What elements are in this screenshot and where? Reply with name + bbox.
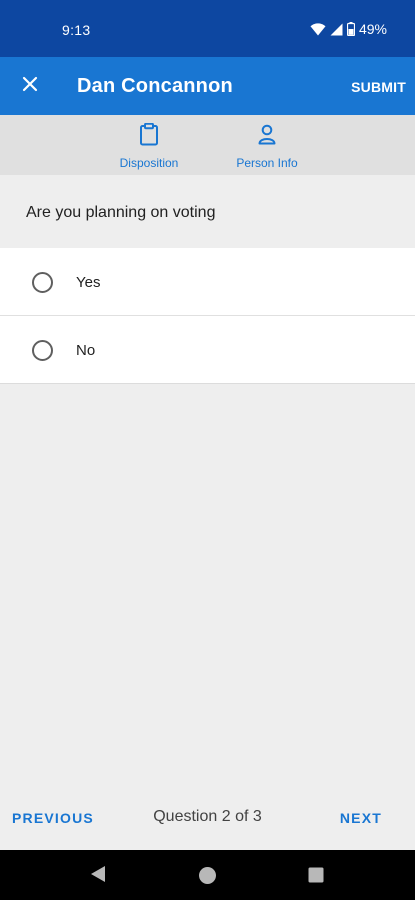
- cell-signal-icon: [330, 23, 343, 36]
- page-title: Dan Concannon: [77, 75, 233, 97]
- tab-disposition[interactable]: Disposition: [108, 122, 190, 170]
- radio-button[interactable]: [32, 272, 53, 293]
- tab-strip: Disposition Person Info: [0, 115, 415, 175]
- next-button[interactable]: NEXT: [340, 810, 382, 826]
- app-bar: Dan Concannon SUBMIT: [0, 57, 415, 115]
- option-label: Yes: [76, 274, 101, 291]
- battery-icon: [346, 22, 355, 36]
- tab-person-info[interactable]: Person Info: [227, 123, 307, 170]
- tab-disposition-label: Disposition: [119, 156, 179, 170]
- person-icon: [257, 123, 277, 151]
- recents-icon[interactable]: [308, 867, 324, 888]
- radio-button[interactable]: [32, 340, 53, 361]
- battery-percent: 49%: [358, 21, 387, 37]
- option-yes[interactable]: Yes: [0, 248, 415, 316]
- answer-options: Yes No: [0, 248, 415, 384]
- question-text: Are you planning on voting: [26, 204, 216, 221]
- option-label: No: [76, 342, 96, 359]
- tab-person-info-label: Person Info: [236, 156, 298, 170]
- option-no[interactable]: No: [0, 316, 415, 384]
- system-nav-bar: [0, 850, 415, 900]
- back-icon[interactable]: [90, 865, 106, 888]
- close-icon: [22, 76, 38, 97]
- question-navigation: PREVIOUS Question 2 of 3 NEXT: [0, 796, 415, 850]
- clipboard-icon: [139, 122, 159, 151]
- close-button[interactable]: [14, 70, 46, 102]
- status-bar: 9:13 49%: [0, 0, 415, 57]
- home-icon[interactable]: [198, 866, 217, 890]
- wifi-icon: [310, 22, 326, 36]
- status-time: 9:13: [62, 22, 91, 38]
- status-icons: 49%: [310, 21, 387, 37]
- submit-button[interactable]: SUBMIT: [351, 79, 406, 95]
